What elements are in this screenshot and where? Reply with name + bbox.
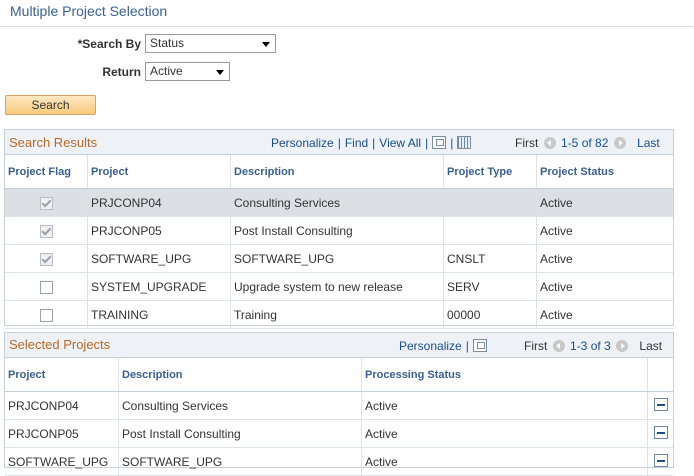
project-status-cell: Active [536, 216, 673, 245]
zoom-icon[interactable] [472, 339, 487, 352]
search-by-select[interactable]: Status [145, 34, 276, 53]
search-by-label: *Search By [77, 37, 141, 51]
table-row[interactable]: SOFTWARE_UPG SOFTWARE_UPG CNSLT Active [5, 244, 673, 273]
search-button[interactable]: Search [5, 95, 96, 115]
column-header-project-type[interactable]: Project Type [443, 155, 537, 189]
search-results-pager: First 1-5 of 82 Last [515, 136, 660, 150]
project-flag-checkbox[interactable] [39, 224, 53, 238]
column-header-processing-status[interactable]: Processing Status [361, 358, 648, 392]
prev-arrow-icon[interactable] [543, 137, 556, 149]
column-header-project[interactable]: Project [5, 358, 119, 392]
description-cell: Training [230, 300, 444, 329]
title-divider [0, 26, 694, 27]
next-arrow-icon[interactable] [613, 137, 626, 149]
chevron-down-icon [216, 70, 224, 75]
processing-status-cell: Active [361, 447, 648, 476]
search-results-toolbar: Personalize | Find | View All | | [271, 136, 472, 150]
search-results-grid: Search Results Personalize | Find | View All… [4, 129, 674, 329]
personalize-link[interactable]: Personalize [271, 136, 334, 150]
last-link[interactable]: Last [639, 339, 662, 353]
delete-row-icon[interactable] [653, 453, 668, 467]
project-type-cell: 00000 [443, 300, 537, 329]
project-cell: SYSTEM_UPGRADE [87, 272, 231, 301]
return-value: Active [150, 64, 183, 78]
project-status-cell: Active [536, 300, 673, 329]
range-text: 1-3 of 3 [570, 339, 611, 353]
column-header-project[interactable]: Project [87, 155, 231, 189]
next-arrow-icon[interactable] [616, 340, 629, 352]
return-select[interactable]: Active [145, 62, 230, 81]
project-flag-checkbox[interactable] [39, 252, 53, 266]
description-cell: SOFTWARE_UPG [118, 447, 362, 476]
description-cell: Post Install Consulting [118, 419, 362, 448]
table-row[interactable]: PRJCONP05 Post Install Consulting Active [5, 419, 673, 448]
table-row[interactable]: PRJCONP04 Consulting Services Active [5, 188, 673, 217]
table-row[interactable]: PRJCONP05 Post Install Consulting Active [5, 216, 673, 245]
description-cell: SOFTWARE_UPG [230, 244, 444, 273]
column-header-description[interactable]: Description [118, 358, 362, 392]
processing-status-cell: Active [361, 419, 648, 448]
project-cell: PRJCONP05 [5, 419, 119, 448]
column-header-project-status[interactable]: Project Status [536, 155, 673, 189]
project-cell: TRAINING [87, 300, 231, 329]
spreadsheet-icon[interactable] [457, 136, 472, 149]
selected-projects-header: Selected Projects Personalize | First 1-3… [5, 333, 673, 358]
search-results-title: Search Results [9, 135, 98, 150]
first-link[interactable]: First [515, 136, 538, 150]
selected-projects-table: Project Description Processing Status PR… [5, 358, 673, 476]
column-header-actions [647, 358, 673, 392]
description-cell: Post Install Consulting [230, 216, 444, 245]
find-link[interactable]: Find [345, 136, 368, 150]
zoom-icon[interactable] [432, 136, 447, 149]
range-text: 1-5 of 82 [561, 136, 609, 150]
return-label: Return [102, 65, 141, 79]
project-cell: SOFTWARE_UPG [5, 447, 119, 476]
selected-projects-grid: Selected Projects Personalize | First 1-3… [4, 332, 674, 476]
project-type-cell: SERV [443, 272, 537, 301]
project-flag-checkbox[interactable] [39, 308, 53, 322]
table-row[interactable]: TRAINING Training 00000 Active [5, 300, 673, 329]
project-type-cell [443, 188, 537, 217]
column-header-project-flag[interactable]: Project Flag [5, 155, 88, 189]
table-row[interactable]: SOFTWARE_UPG SOFTWARE_UPG Active [5, 447, 673, 476]
project-cell: PRJCONP04 [87, 188, 231, 217]
project-type-cell: CNSLT [443, 244, 537, 273]
project-cell: PRJCONP05 [87, 216, 231, 245]
delete-row-icon[interactable] [653, 425, 668, 439]
selected-projects-pager: First 1-3 of 3 Last [524, 339, 662, 353]
project-cell: SOFTWARE_UPG [87, 244, 231, 273]
column-header-description[interactable]: Description [230, 155, 444, 189]
search-by-value: Status [150, 36, 185, 50]
selected-projects-toolbar: Personalize | [399, 339, 487, 353]
prev-arrow-icon[interactable] [552, 340, 565, 352]
first-link[interactable]: First [524, 339, 547, 353]
table-row[interactable]: SYSTEM_UPGRADE Upgrade system to new rel… [5, 272, 673, 301]
project-flag-checkbox[interactable] [39, 280, 53, 294]
processing-status-cell: Active [361, 391, 648, 420]
description-cell: Consulting Services [118, 391, 362, 420]
project-cell: PRJCONP04 [5, 391, 119, 420]
search-results-header: Search Results Personalize | Find | View All… [5, 130, 673, 155]
selected-projects-title: Selected Projects [9, 337, 111, 352]
search-results-table: Project Flag Project Description Project… [5, 155, 673, 329]
project-status-cell: Active [536, 272, 673, 301]
table-row[interactable]: PRJCONP04 Consulting Services Active [5, 391, 673, 420]
project-status-cell: Active [536, 244, 673, 273]
chevron-down-icon [262, 42, 270, 47]
project-flag-checkbox[interactable] [39, 196, 53, 210]
last-link[interactable]: Last [637, 136, 660, 150]
project-status-cell: Active [536, 188, 673, 217]
view-all-link[interactable]: View All [379, 136, 421, 150]
project-type-cell [443, 216, 537, 245]
description-cell: Consulting Services [230, 188, 444, 217]
personalize-link[interactable]: Personalize [399, 339, 462, 353]
description-cell: Upgrade system to new release [230, 272, 444, 301]
delete-row-icon[interactable] [653, 397, 668, 411]
page-title: Multiple Project Selection [10, 3, 168, 19]
